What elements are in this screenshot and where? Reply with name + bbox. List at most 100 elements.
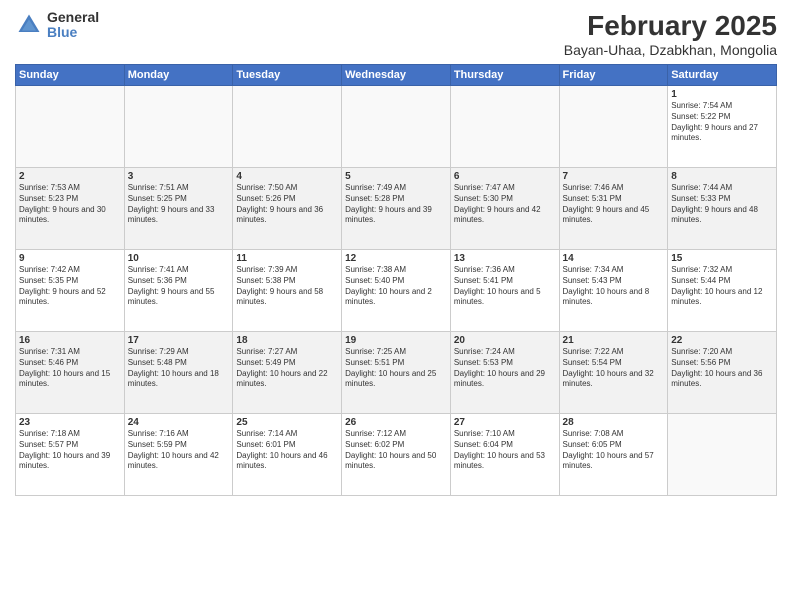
day-number: 17 [128,335,230,346]
day-info: Sunrise: 7:47 AM Sunset: 5:30 PM Dayligh… [454,183,556,226]
calendar-cell: 8Sunrise: 7:44 AM Sunset: 5:33 PM Daylig… [668,168,777,250]
calendar-cell: 7Sunrise: 7:46 AM Sunset: 5:31 PM Daylig… [559,168,668,250]
calendar-row: 9Sunrise: 7:42 AM Sunset: 5:35 PM Daylig… [16,250,777,332]
day-info: Sunrise: 7:08 AM Sunset: 6:05 PM Dayligh… [563,429,665,472]
calendar-row: 23Sunrise: 7:18 AM Sunset: 5:57 PM Dayli… [16,414,777,496]
calendar-cell: 18Sunrise: 7:27 AM Sunset: 5:49 PM Dayli… [233,332,342,414]
day-info: Sunrise: 7:12 AM Sunset: 6:02 PM Dayligh… [345,429,447,472]
day-number: 13 [454,253,556,264]
calendar-cell: 22Sunrise: 7:20 AM Sunset: 5:56 PM Dayli… [668,332,777,414]
logo-icon [15,11,43,39]
day-number: 3 [128,171,230,182]
day-number: 9 [19,253,121,264]
day-info: Sunrise: 7:34 AM Sunset: 5:43 PM Dayligh… [563,265,665,308]
calendar-cell [16,86,125,168]
day-number: 22 [671,335,773,346]
calendar-cell: 9Sunrise: 7:42 AM Sunset: 5:35 PM Daylig… [16,250,125,332]
calendar-cell: 23Sunrise: 7:18 AM Sunset: 5:57 PM Dayli… [16,414,125,496]
calendar-cell: 27Sunrise: 7:10 AM Sunset: 6:04 PM Dayli… [450,414,559,496]
day-number: 6 [454,171,556,182]
calendar-cell: 17Sunrise: 7:29 AM Sunset: 5:48 PM Dayli… [124,332,233,414]
calendar-cell: 1Sunrise: 7:54 AM Sunset: 5:22 PM Daylig… [668,86,777,168]
col-thursday: Thursday [450,65,559,86]
calendar-cell: 14Sunrise: 7:34 AM Sunset: 5:43 PM Dayli… [559,250,668,332]
day-info: Sunrise: 7:49 AM Sunset: 5:28 PM Dayligh… [345,183,447,226]
calendar-row: 16Sunrise: 7:31 AM Sunset: 5:46 PM Dayli… [16,332,777,414]
logo: General Blue [15,10,99,41]
day-info: Sunrise: 7:50 AM Sunset: 5:26 PM Dayligh… [236,183,338,226]
day-number: 7 [563,171,665,182]
calendar-cell: 25Sunrise: 7:14 AM Sunset: 6:01 PM Dayli… [233,414,342,496]
col-monday: Monday [124,65,233,86]
calendar-cell: 11Sunrise: 7:39 AM Sunset: 5:38 PM Dayli… [233,250,342,332]
day-number: 5 [345,171,447,182]
calendar-cell: 21Sunrise: 7:22 AM Sunset: 5:54 PM Dayli… [559,332,668,414]
calendar-cell [668,414,777,496]
day-number: 14 [563,253,665,264]
calendar-header-row: Sunday Monday Tuesday Wednesday Thursday… [16,65,777,86]
day-info: Sunrise: 7:27 AM Sunset: 5:49 PM Dayligh… [236,347,338,390]
calendar-cell: 28Sunrise: 7:08 AM Sunset: 6:05 PM Dayli… [559,414,668,496]
header: General Blue February 2025 Bayan-Uhaa, D… [15,10,777,58]
calendar-cell: 15Sunrise: 7:32 AM Sunset: 5:44 PM Dayli… [668,250,777,332]
page: General Blue February 2025 Bayan-Uhaa, D… [0,0,792,612]
calendar-cell: 16Sunrise: 7:31 AM Sunset: 5:46 PM Dayli… [16,332,125,414]
logo-blue: Blue [47,25,99,40]
calendar-cell: 13Sunrise: 7:36 AM Sunset: 5:41 PM Dayli… [450,250,559,332]
day-number: 1 [671,89,773,100]
calendar-cell [342,86,451,168]
calendar-cell: 6Sunrise: 7:47 AM Sunset: 5:30 PM Daylig… [450,168,559,250]
day-number: 23 [19,417,121,428]
day-info: Sunrise: 7:44 AM Sunset: 5:33 PM Dayligh… [671,183,773,226]
title-block: February 2025 Bayan-Uhaa, Dzabkhan, Mong… [564,10,777,58]
day-number: 8 [671,171,773,182]
calendar-cell [450,86,559,168]
main-title: February 2025 [564,10,777,42]
day-number: 16 [19,335,121,346]
day-info: Sunrise: 7:20 AM Sunset: 5:56 PM Dayligh… [671,347,773,390]
calendar-cell [124,86,233,168]
day-info: Sunrise: 7:18 AM Sunset: 5:57 PM Dayligh… [19,429,121,472]
day-info: Sunrise: 7:39 AM Sunset: 5:38 PM Dayligh… [236,265,338,308]
calendar-cell: 20Sunrise: 7:24 AM Sunset: 5:53 PM Dayli… [450,332,559,414]
day-info: Sunrise: 7:41 AM Sunset: 5:36 PM Dayligh… [128,265,230,308]
day-number: 24 [128,417,230,428]
calendar-cell: 2Sunrise: 7:53 AM Sunset: 5:23 PM Daylig… [16,168,125,250]
calendar-row: 1Sunrise: 7:54 AM Sunset: 5:22 PM Daylig… [16,86,777,168]
calendar-cell [233,86,342,168]
col-sunday: Sunday [16,65,125,86]
calendar-cell: 19Sunrise: 7:25 AM Sunset: 5:51 PM Dayli… [342,332,451,414]
calendar-cell: 5Sunrise: 7:49 AM Sunset: 5:28 PM Daylig… [342,168,451,250]
calendar-row: 2Sunrise: 7:53 AM Sunset: 5:23 PM Daylig… [16,168,777,250]
day-info: Sunrise: 7:36 AM Sunset: 5:41 PM Dayligh… [454,265,556,308]
day-number: 11 [236,253,338,264]
calendar-cell: 24Sunrise: 7:16 AM Sunset: 5:59 PM Dayli… [124,414,233,496]
day-number: 10 [128,253,230,264]
day-number: 25 [236,417,338,428]
day-info: Sunrise: 7:10 AM Sunset: 6:04 PM Dayligh… [454,429,556,472]
day-info: Sunrise: 7:22 AM Sunset: 5:54 PM Dayligh… [563,347,665,390]
day-info: Sunrise: 7:42 AM Sunset: 5:35 PM Dayligh… [19,265,121,308]
day-number: 27 [454,417,556,428]
day-info: Sunrise: 7:38 AM Sunset: 5:40 PM Dayligh… [345,265,447,308]
day-number: 2 [19,171,121,182]
day-info: Sunrise: 7:32 AM Sunset: 5:44 PM Dayligh… [671,265,773,308]
day-info: Sunrise: 7:31 AM Sunset: 5:46 PM Dayligh… [19,347,121,390]
day-info: Sunrise: 7:25 AM Sunset: 5:51 PM Dayligh… [345,347,447,390]
day-info: Sunrise: 7:24 AM Sunset: 5:53 PM Dayligh… [454,347,556,390]
day-info: Sunrise: 7:46 AM Sunset: 5:31 PM Dayligh… [563,183,665,226]
calendar-cell [559,86,668,168]
day-info: Sunrise: 7:54 AM Sunset: 5:22 PM Dayligh… [671,101,773,144]
day-info: Sunrise: 7:14 AM Sunset: 6:01 PM Dayligh… [236,429,338,472]
day-info: Sunrise: 7:16 AM Sunset: 5:59 PM Dayligh… [128,429,230,472]
day-number: 12 [345,253,447,264]
calendar-cell: 26Sunrise: 7:12 AM Sunset: 6:02 PM Dayli… [342,414,451,496]
day-number: 18 [236,335,338,346]
day-number: 19 [345,335,447,346]
sub-title: Bayan-Uhaa, Dzabkhan, Mongolia [564,42,777,58]
day-number: 28 [563,417,665,428]
day-number: 4 [236,171,338,182]
day-info: Sunrise: 7:29 AM Sunset: 5:48 PM Dayligh… [128,347,230,390]
col-tuesday: Tuesday [233,65,342,86]
col-saturday: Saturday [668,65,777,86]
